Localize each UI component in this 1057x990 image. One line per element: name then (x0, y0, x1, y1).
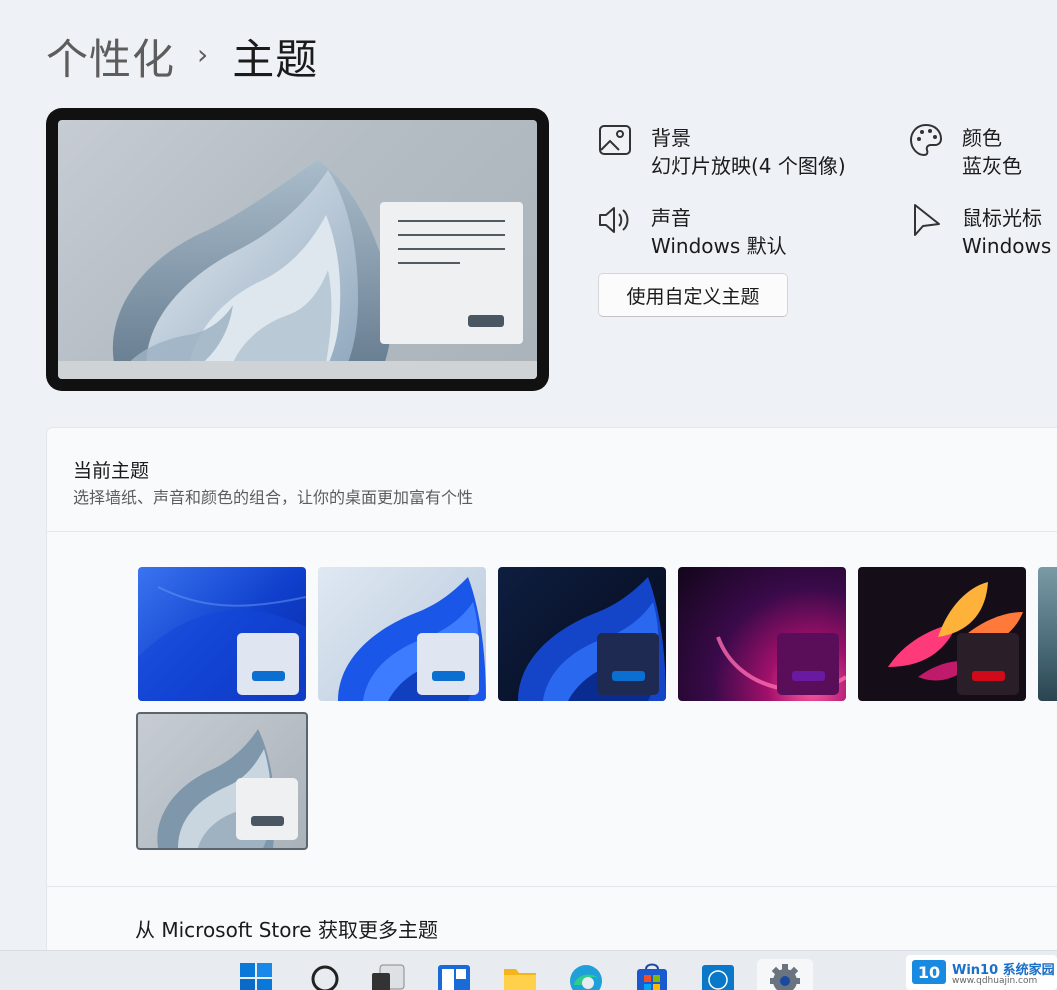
theme-preview-button (251, 816, 284, 826)
search-icon[interactable] (308, 961, 344, 990)
breadcrumb-parent[interactable]: 个性化 (46, 26, 175, 87)
page-title: 主题 (232, 35, 319, 84)
use-custom-theme-button[interactable]: 使用自定义主题 (598, 273, 788, 317)
cursor-label: 鼠标光标 (962, 206, 1042, 230)
preview-window (380, 202, 523, 344)
palette-icon (909, 123, 943, 157)
theme-preview-window (777, 633, 839, 695)
theme-tile-flow-gray-selected[interactable] (136, 712, 308, 850)
settings-window: 个性化 › 主题 背景 幻灯片放映(4 个图像) 颜色 蓝灰色 声音 Windo… (0, 0, 1057, 990)
speaker-icon (599, 207, 629, 233)
card-divider (47, 886, 1057, 887)
cursor-setting[interactable]: 鼠标光标 Windows 默认 (908, 202, 1057, 262)
start-icon[interactable] (238, 961, 274, 990)
edge-icon[interactable] (568, 961, 604, 990)
file-explorer-icon[interactable] (502, 961, 538, 990)
sound-setting[interactable]: 声音 Windows 默认 (597, 202, 877, 262)
preview-wallpaper (58, 120, 537, 379)
theme-preview-window (957, 633, 1019, 695)
theme-preview-button (432, 671, 465, 681)
background-label: 背景 (651, 126, 691, 150)
theme-preview-button (972, 671, 1005, 681)
theme-tile-windows-light[interactable] (318, 567, 486, 701)
color-value: 蓝灰色 (962, 154, 1022, 178)
current-theme-subtitle: 选择墙纸、声音和颜色的组合，让你的桌面更加富有个性 (73, 488, 474, 507)
watermark-logo-text: 10 (918, 963, 940, 982)
preview-button (468, 315, 504, 327)
image-icon (599, 125, 631, 155)
taskbar (0, 950, 1057, 990)
preview-text-line (398, 262, 460, 264)
background-value: 幻灯片放映(4 个图像) (651, 154, 846, 178)
theme-preview-button (252, 671, 285, 681)
site-watermark: 10 Win10 系统家园 www.qdhuajin.com (906, 955, 1057, 990)
background-setting[interactable]: 背景 幻灯片放映(4 个图像) (597, 122, 877, 182)
task-view-icon[interactable] (370, 961, 406, 990)
store-icon[interactable] (634, 961, 670, 990)
breadcrumb-separator: › (197, 38, 209, 71)
color-setting[interactable]: 颜色 蓝灰色 (908, 122, 1057, 182)
breadcrumb: 个性化 › 主题 (46, 26, 318, 87)
theme-tile-sunrise[interactable] (1038, 567, 1057, 701)
cursor-value: Windows 默认 (962, 234, 1057, 258)
dell-icon[interactable] (700, 961, 736, 990)
theme-tile-windows-blue[interactable] (138, 567, 306, 701)
theme-tile-captured-motion[interactable] (858, 567, 1026, 701)
current-theme-title: 当前主题 (73, 460, 150, 482)
theme-preview-window (417, 633, 479, 695)
theme-preview-window (237, 633, 299, 695)
sound-label: 声音 (651, 206, 691, 230)
preview-text-line (398, 234, 505, 236)
current-theme-card: 当前主题 选择墙纸、声音和颜色的组合，让你的桌面更加富有个性 从 Microso… (46, 427, 1057, 990)
widgets-icon[interactable] (436, 961, 472, 990)
preview-taskbar (58, 361, 537, 379)
settings-icon[interactable] (767, 961, 803, 990)
theme-preview-window (236, 778, 298, 840)
get-more-themes-link[interactable]: 从 Microsoft Store 获取更多主题 (135, 914, 438, 943)
card-divider (47, 531, 1057, 532)
preview-text-line (398, 248, 505, 250)
cursor-icon (914, 204, 940, 236)
theme-preview-window (597, 633, 659, 695)
sound-value: Windows 默认 (651, 234, 787, 258)
theme-preview-button (792, 671, 825, 681)
preview-text-line (398, 220, 505, 222)
color-label: 颜色 (962, 126, 1002, 150)
theme-tile-windows-dark[interactable] (498, 567, 666, 701)
theme-preview (46, 108, 549, 391)
watermark-url: www.qdhuajin.com (952, 976, 1038, 986)
watermark-logo: 10 (912, 960, 946, 984)
theme-preview-button (612, 671, 645, 681)
theme-tile-glow[interactable] (678, 567, 846, 701)
